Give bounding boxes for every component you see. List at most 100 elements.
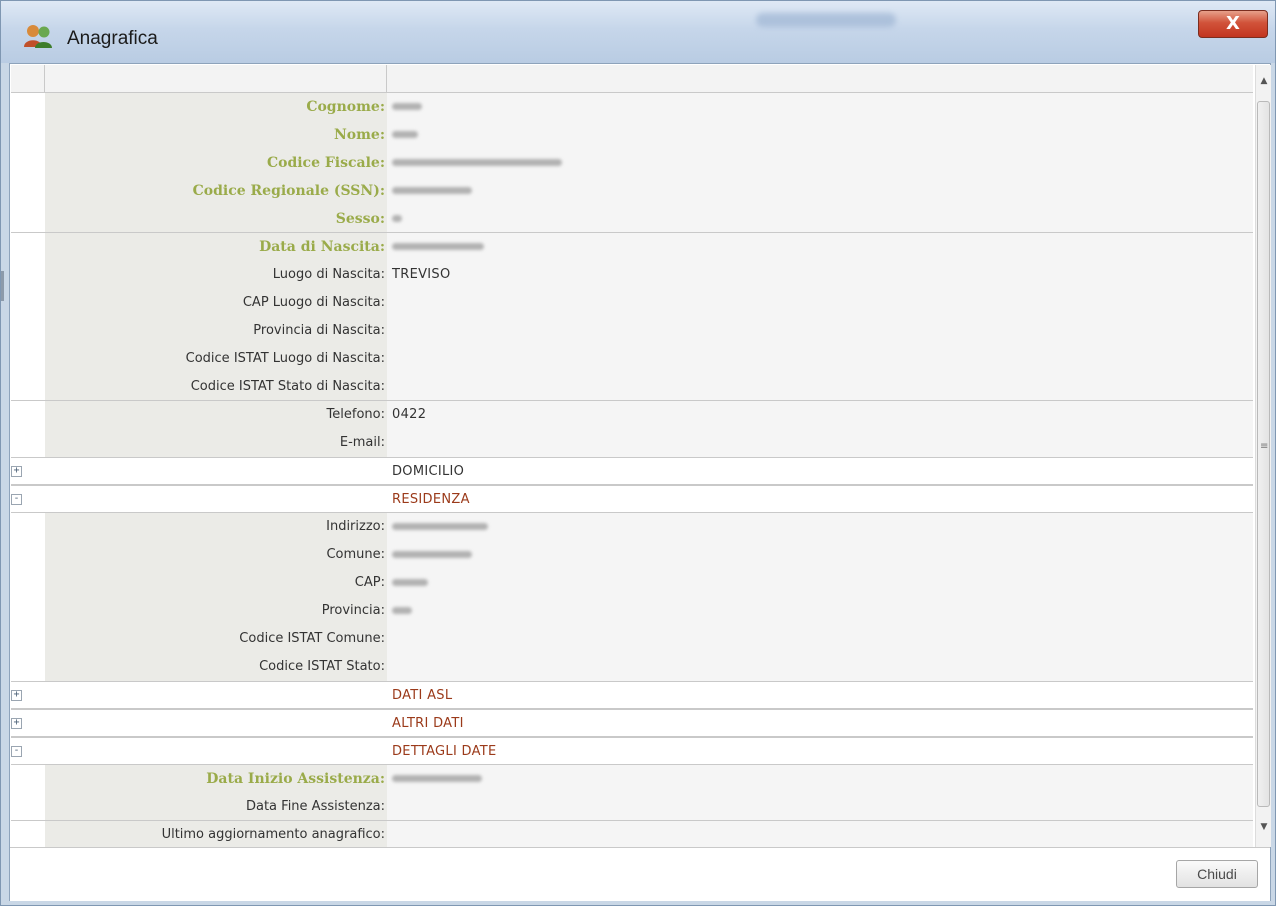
field-label (45, 710, 387, 736)
redacted-value (392, 103, 422, 110)
grid-row: Comune: (11, 541, 1253, 569)
row-gutter (11, 205, 45, 232)
field-label: Nome: (45, 121, 387, 149)
field-value (387, 793, 1253, 820)
blurred-title-text (756, 13, 896, 27)
field-label: Indirizzo: (45, 513, 387, 541)
field-label: Telefono: (45, 401, 387, 429)
redacted-value (392, 159, 562, 166)
field-value (387, 597, 1253, 625)
row-gutter (11, 625, 45, 653)
section-title[interactable]: DETTAGLI DATE (387, 738, 1253, 764)
field-label: Comune: (45, 541, 387, 569)
field-label (45, 682, 387, 708)
section-row[interactable]: + DOMICILIO (11, 457, 1253, 485)
vertical-scrollbar[interactable]: ▲ ≡ ▼ (1255, 65, 1271, 847)
field-value (387, 765, 1253, 793)
grid-row: Data di Nascita: (11, 233, 1253, 261)
field-value (387, 121, 1253, 149)
section-row[interactable]: + ALTRI DATI (11, 709, 1253, 737)
expand-icon[interactable]: + (11, 718, 22, 729)
row-gutter: + (11, 682, 45, 708)
field-label: Codice Fiscale: (45, 149, 387, 177)
redacted-value (392, 215, 402, 222)
title-bar[interactable]: Anagrafica X (1, 1, 1275, 63)
field-label: Provincia di Nascita: (45, 317, 387, 345)
people-icon (24, 25, 52, 48)
section-title[interactable]: DOMICILIO (387, 458, 1253, 484)
grid-row: Codice Fiscale: (11, 149, 1253, 177)
grid-header-cell (45, 65, 387, 92)
field-label (45, 738, 387, 764)
redacted-value (392, 523, 488, 530)
row-gutter (11, 569, 45, 597)
grid-header-cell (33, 65, 45, 92)
section-title[interactable]: DATI ASL (387, 682, 1253, 708)
row-gutter (11, 429, 45, 457)
scroll-thumb[interactable]: ≡ (1257, 101, 1270, 807)
row-gutter (11, 401, 45, 429)
row-gutter (11, 653, 45, 681)
field-label: Codice Regionale (SSN): (45, 177, 387, 205)
anagrafica-window: Anagrafica X Cognome: Nome: Codice Fiscale… (0, 0, 1276, 906)
grid-row: E-mail: (11, 429, 1253, 457)
field-label: Codice ISTAT Stato di Nascita: (45, 373, 387, 400)
section-title[interactable]: RESIDENZA (387, 486, 1253, 512)
grid-row: Codice ISTAT Comune: (11, 625, 1253, 653)
section-row[interactable]: + DATI ASL (11, 681, 1253, 709)
field-value (387, 177, 1253, 205)
expand-icon[interactable]: + (11, 466, 22, 477)
grip-icon: ≡ (1260, 441, 1269, 452)
row-gutter: - (11, 486, 45, 512)
field-value (387, 289, 1253, 317)
field-value (387, 625, 1253, 653)
window-edge-marker (1, 271, 4, 301)
dialog-body: Cognome: Nome: Codice Fiscale: Codice Regio… (9, 63, 1271, 901)
grid-row: Indirizzo: (11, 513, 1253, 541)
grid-row: Nome: (11, 121, 1253, 149)
grid-row: Codice Regionale (SSN): (11, 177, 1253, 205)
row-gutter: + (11, 458, 45, 484)
field-label: Data di Nascita: (45, 233, 387, 261)
row-gutter (11, 177, 45, 205)
row-gutter (11, 541, 45, 569)
scroll-down-icon[interactable]: ▼ (1256, 817, 1272, 837)
close-icon: X (1226, 13, 1240, 34)
chiudi-button[interactable]: Chiudi (1176, 860, 1258, 888)
scroll-up-icon[interactable]: ▲ (1256, 71, 1272, 91)
field-label: Codice ISTAT Luogo di Nascita: (45, 345, 387, 373)
collapse-icon[interactable]: - (11, 746, 22, 757)
section-row[interactable]: - DETTAGLI DATE (11, 737, 1253, 765)
field-value (387, 513, 1253, 541)
field-value (387, 569, 1253, 597)
dialog-footer: Chiudi (10, 847, 1270, 901)
field-value (387, 233, 1253, 261)
redacted-value (392, 775, 482, 782)
grid-row: Provincia: (11, 597, 1253, 625)
row-gutter (11, 317, 45, 345)
window-close-button[interactable]: X (1198, 10, 1268, 38)
expand-icon[interactable]: + (11, 690, 22, 701)
field-value (387, 205, 1253, 232)
grid-header (11, 65, 1253, 93)
field-label (45, 486, 387, 512)
field-label: CAP: (45, 569, 387, 597)
field-value (387, 149, 1253, 177)
grid-row: Provincia di Nascita: (11, 317, 1253, 345)
field-label (45, 458, 387, 484)
collapse-icon[interactable]: - (11, 494, 22, 505)
grid-row: Luogo di Nascita: TREVISO (11, 261, 1253, 289)
property-grid[interactable]: Cognome: Nome: Codice Fiscale: Codice Regio… (11, 65, 1253, 847)
row-gutter (11, 793, 45, 820)
row-gutter: + (11, 710, 45, 736)
grid-row: Sesso: (11, 205, 1253, 233)
row-gutter (11, 149, 45, 177)
section-row[interactable]: - RESIDENZA (11, 485, 1253, 513)
redacted-value (392, 187, 472, 194)
field-label: Data Inizio Assistenza: (45, 765, 387, 793)
section-title[interactable]: ALTRI DATI (387, 710, 1253, 736)
field-label: Codice ISTAT Comune: (45, 625, 387, 653)
redacted-value (392, 551, 472, 558)
field-label: E-mail: (45, 429, 387, 457)
row-gutter: - (11, 738, 45, 764)
